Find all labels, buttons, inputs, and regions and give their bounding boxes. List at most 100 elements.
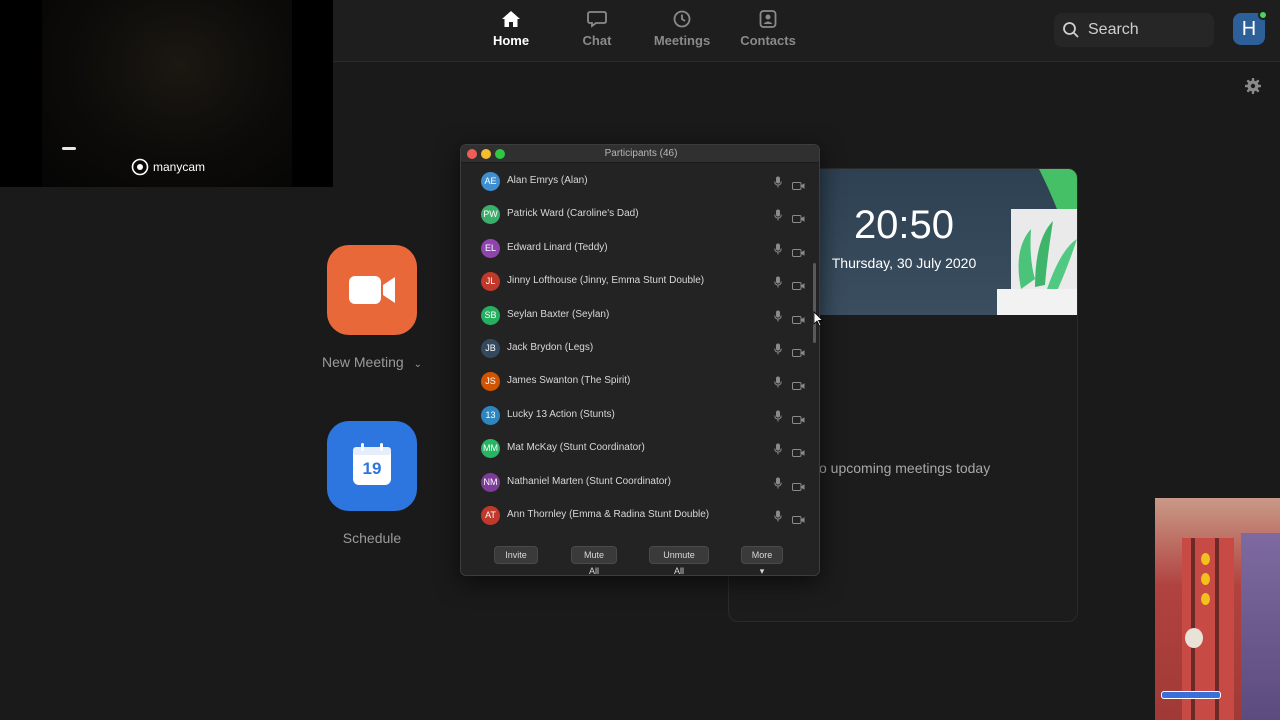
video-camera-icon[interactable]	[792, 411, 805, 429]
new-meeting-label[interactable]: New Meeting ⌄	[302, 354, 442, 370]
gear-icon[interactable]	[1244, 77, 1262, 100]
participant-avatar: SB	[481, 305, 500, 325]
microphone-icon[interactable]	[774, 509, 782, 527]
video-camera-icon[interactable]	[792, 444, 805, 462]
schedule-label[interactable]: Schedule	[302, 530, 442, 546]
tab-home[interactable]: Home	[471, 10, 551, 48]
game-progress-bar	[1161, 691, 1221, 699]
participant-name: James Swanton (The Spirit)	[507, 375, 631, 387]
microphone-icon[interactable]	[774, 309, 782, 327]
video-camera-icon[interactable]	[792, 478, 805, 496]
clock-icon	[673, 10, 691, 28]
microphone-icon[interactable]	[774, 242, 782, 260]
video-camera-icon[interactable]	[792, 377, 805, 395]
participant-avatar: JS	[481, 372, 500, 392]
chat-icon	[587, 11, 607, 28]
participant-name: Lucky 13 Action (Stunts)	[507, 408, 615, 420]
microphone-icon[interactable]	[774, 275, 782, 293]
participant-row[interactable]: SB Seylan Baxter (Seylan)	[461, 299, 813, 332]
participant-row[interactable]: AT Ann Thornley (Emma & Radina Stunt Doub…	[461, 499, 813, 532]
participant-name: Mat McKay (Stunt Coordinator)	[507, 442, 645, 454]
participants-title: Participants (46)	[604, 148, 678, 159]
online-status-dot	[1258, 10, 1268, 20]
participant-row[interactable]: PW Patrick Ward (Caroline's Dad)	[461, 198, 813, 231]
tab-chat-label: Chat	[582, 33, 612, 48]
participants-footer: Invite Mute All Unmute All More ▾	[461, 541, 819, 575]
more-button[interactable]: More ▾	[741, 546, 783, 575]
avatar-initial: H	[1241, 18, 1257, 40]
search-input[interactable]	[1088, 20, 1206, 40]
participant-row[interactable]: NM Nathaniel Marten (Stunt Coordinator)	[461, 466, 813, 499]
mute-all-button[interactable]: Mute All	[571, 546, 617, 575]
participant-name: Jinny Lofthouse (Jinny, Emma Stunt Doubl…	[507, 275, 705, 287]
participant-row[interactable]: 13 Lucky 13 Action (Stunts)	[461, 399, 813, 432]
participants-titlebar: Participants (46)	[461, 145, 819, 163]
participant-avatar: EL	[481, 238, 500, 258]
video-camera-icon[interactable]	[792, 311, 805, 329]
participant-avatar: AT	[481, 506, 500, 525]
new-meeting-button[interactable]	[327, 245, 417, 335]
avatar[interactable]: H	[1233, 10, 1268, 45]
video-camera-icon[interactable]	[792, 344, 805, 362]
microphone-icon[interactable]	[774, 208, 782, 226]
contacts-icon	[759, 10, 777, 28]
participant-name: Patrick Ward (Caroline's Dad)	[507, 208, 639, 220]
game-coin	[1201, 593, 1210, 605]
participant-row[interactable]: JS James Swanton (The Spirit)	[461, 365, 813, 398]
participant-name: Jack Brydon (Legs)	[507, 342, 594, 353]
participant-row[interactable]: JL Jinny Lofthouse (Jinny, Emma Stunt Dou…	[461, 265, 813, 298]
video-camera-icon[interactable]	[792, 210, 805, 228]
video-camera-icon[interactable]	[792, 177, 805, 195]
participant-avatar: JB	[481, 339, 500, 358]
tab-home-label: Home	[492, 33, 530, 48]
participant-name: Alan Emrys (Alan)	[507, 175, 588, 186]
home-icon	[502, 11, 520, 27]
game-train	[1241, 533, 1280, 720]
participant-avatar: 13	[481, 405, 500, 425]
tab-meetings[interactable]: Meetings	[642, 10, 722, 48]
clock-date: Thursday, 30 July 2020	[831, 255, 977, 271]
clock-time: 20:50	[853, 203, 955, 247]
chevron-down-icon[interactable]: ⌄	[414, 359, 422, 370]
participant-avatar: JL	[481, 272, 500, 292]
search-box[interactable]	[1054, 13, 1214, 47]
video-camera-icon[interactable]	[792, 277, 805, 295]
video-camera-icon[interactable]	[792, 511, 805, 529]
participant-avatar: PW	[481, 205, 500, 225]
game-video-overlay	[1155, 498, 1280, 720]
participant-avatar: NM	[481, 472, 500, 492]
tab-meetings-label: Meetings	[653, 33, 711, 48]
manycam-logo-icon	[131, 158, 149, 176]
participant-name: Nathaniel Marten (Stunt Coordinator)	[507, 475, 671, 487]
microphone-icon[interactable]	[774, 442, 782, 460]
invite-button[interactable]: Invite	[494, 546, 538, 564]
participant-row[interactable]: MM Mat McKay (Stunt Coordinator)	[461, 432, 813, 465]
new-meeting-text: New Meeting	[322, 354, 404, 370]
participant-row[interactable]: JB Jack Brydon (Legs)	[461, 332, 813, 365]
participant-row[interactable]: EL Edward Linard (Teddy)	[461, 232, 813, 265]
tab-chat[interactable]: Chat	[557, 10, 637, 48]
microphone-icon[interactable]	[774, 409, 782, 427]
no-upcoming-meetings-text: o upcoming meetings today	[819, 460, 991, 476]
participant-name: Edward Linard (Teddy)	[507, 241, 608, 253]
schedule-button[interactable]: 19	[327, 421, 417, 511]
microphone-icon[interactable]	[774, 476, 782, 494]
microphone-icon[interactable]	[774, 175, 782, 193]
game-coin	[1201, 573, 1210, 585]
participant-avatar: MM	[481, 439, 500, 459]
microphone-icon[interactable]	[774, 375, 782, 393]
webcam-overlay: manycam	[0, 0, 333, 187]
microphone-icon[interactable]	[774, 342, 782, 360]
unmute-all-button[interactable]: Unmute All	[649, 546, 709, 575]
participant-avatar: AE	[481, 172, 500, 191]
calendar-day: 19	[362, 459, 382, 478]
video-camera-icon[interactable]	[792, 244, 805, 262]
manycam-watermark: manycam	[131, 158, 205, 176]
participant-name: Ann Thornley (Emma & Radina Stunt Double…	[507, 509, 710, 520]
video-camera-icon	[349, 276, 395, 304]
participant-row[interactable]: AE Alan Emrys (Alan)	[461, 165, 813, 198]
mouse-cursor-icon	[813, 311, 824, 332]
manycam-brand: manycam	[153, 160, 206, 174]
more-button-label: More	[751, 550, 773, 560]
tab-contacts[interactable]: Contacts	[728, 10, 808, 48]
